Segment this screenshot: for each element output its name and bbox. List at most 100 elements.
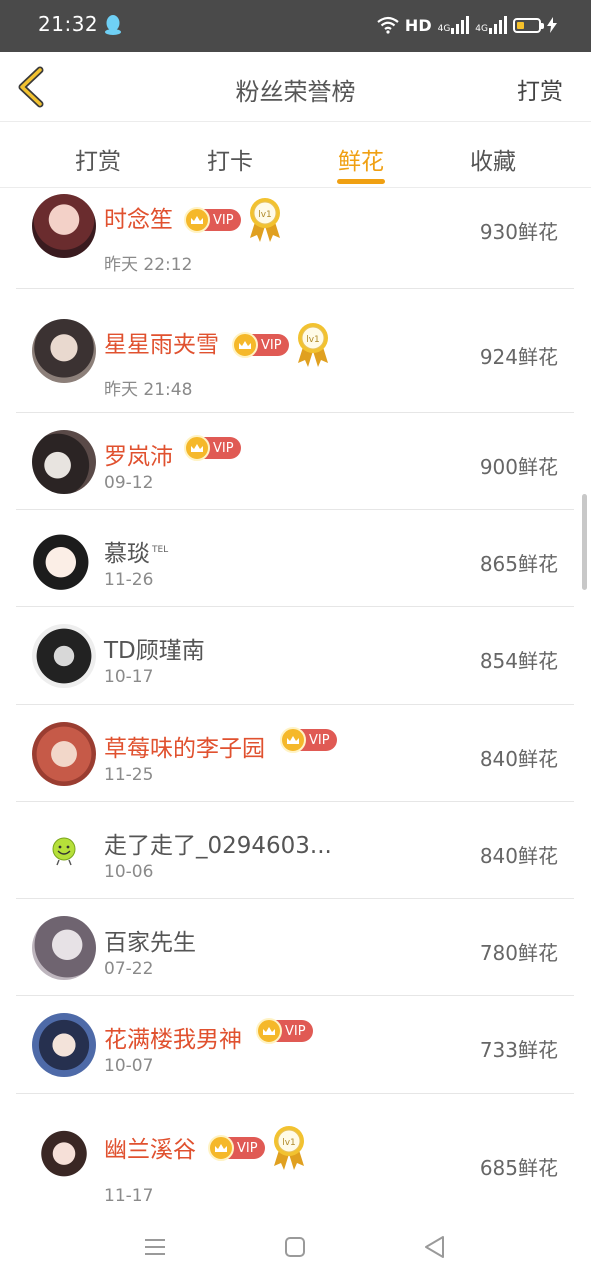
timestamp: 10-17 [104,667,154,687]
crown-icon [232,332,258,358]
tab-reward[interactable]: 打赏 [48,142,148,176]
timestamp: 10-06 [104,862,154,882]
user-name[interactable]: 百家先生 [104,923,196,957]
timestamp: 昨天 22:12 [104,255,193,275]
list-item[interactable]: 幽兰溪谷 VIP lv1 11-17 685鲜花 [16,1094,574,1214]
user-name[interactable]: 时念笙 [104,200,173,234]
crown-icon [208,1135,234,1161]
vip-label: VIP [285,1023,306,1039]
avatar[interactable] [32,624,96,688]
badges: VIP lv1 [208,1124,309,1172]
user-name[interactable]: 星星雨夹雪 [104,325,219,359]
avatar[interactable] [32,819,96,883]
user-name-text: 慕琰 [104,541,150,567]
vip-label: VIP [237,1140,258,1156]
avatar[interactable] [32,1013,96,1077]
badges: VIP lv1 [232,321,333,369]
avatar[interactable] [32,527,96,591]
qq-penguin-icon [105,15,121,35]
vip-label: VIP [309,732,330,748]
crown-icon [280,727,306,753]
timestamp: 11-17 [104,1186,154,1206]
avatar[interactable] [32,916,96,980]
user-name[interactable]: 草莓味的李子园 [104,729,265,763]
tab-favorites[interactable]: 收藏 [443,142,543,176]
status-time: 21:32 [38,12,99,36]
timestamp: 昨天 21:48 [104,380,193,400]
avatar[interactable] [32,194,96,258]
list-item[interactable]: 时念笙 VIP lv1 昨天 22:12 930鲜花 [16,188,574,289]
timestamp: 11-26 [104,570,154,590]
avatar[interactable] [32,319,96,383]
avatar[interactable] [32,1128,96,1192]
user-name[interactable]: TD顾瑾南 [104,631,205,665]
home-square-icon[interactable] [280,1232,310,1262]
vip-badge: VIP [208,1135,265,1161]
user-name[interactable]: 慕琰 TEL [104,534,168,568]
badges: VIP [184,435,241,461]
list-item[interactable]: 星星雨夹雪 VIP lv1 昨天 21:48 924鲜花 [16,289,574,413]
medal-level: lv1 [282,1138,296,1148]
signal-1-label: 4G [437,24,451,34]
vip-badge: VIP [184,207,241,233]
crown-icon [184,435,210,461]
list-item[interactable]: TD顾瑾南 10-17 854鲜花 [16,607,574,705]
medal-icon: lv1 [249,198,280,242]
vip-label: VIP [213,212,234,228]
avatar[interactable] [32,430,96,494]
signal-1: 4G [438,16,470,34]
status-bar: 21:32 HD 4G 4G [0,0,591,52]
user-name[interactable]: 幽兰溪谷 [104,1130,196,1164]
flower-count: 930鲜花 [479,220,558,244]
list-item[interactable]: 花满楼我男神 VIP 10-07 733鲜花 [16,996,574,1094]
flower-count: 900鲜花 [479,455,558,479]
vip-badge: VIP [280,727,337,753]
vip-label: VIP [261,337,282,353]
signal-bars-icon [489,16,507,34]
list-item[interactable]: 罗岚沛 VIP 09-12 900鲜花 [16,413,574,510]
list-item[interactable]: 百家先生 07-22 780鲜花 [16,899,574,996]
list-item[interactable]: 草莓味的李子园 VIP 11-25 840鲜花 [16,705,574,802]
vip-badge: VIP [184,435,241,461]
badges: VIP [280,727,337,753]
crown-icon [256,1018,282,1044]
list-item[interactable]: 走了走了_0294603... 10-06 840鲜花 [16,802,574,899]
nav-bar: 粉丝荣誉榜 打赏 [0,52,591,122]
page-title: 粉丝荣誉榜 [235,78,356,106]
flower-count: 685鲜花 [479,1156,558,1180]
medal-icon: lv1 [297,323,328,367]
hd-indicator: HD [404,15,432,35]
timestamp: 11-25 [104,765,154,785]
reward-button[interactable]: 打赏 [517,72,563,106]
wifi-icon [377,16,399,34]
user-name[interactable]: 花满楼我男神 [104,1020,242,1054]
battery-icon [513,17,544,33]
triangle-back-icon[interactable] [420,1232,450,1262]
medal-level: lv1 [258,210,272,220]
flower-count: 733鲜花 [479,1038,558,1062]
flower-count: 780鲜花 [479,941,558,965]
signal-2-label: 4G [475,24,488,34]
smiley-icon [52,837,76,866]
user-name[interactable]: 罗岚沛 [104,437,173,471]
flower-count: 854鲜花 [479,649,558,673]
vip-badge: VIP [256,1018,313,1044]
flower-count: 865鲜花 [479,552,558,576]
list-item[interactable]: 慕琰 TEL 11-26 865鲜花 [16,510,574,607]
tab-flowers[interactable]: 鲜花 [311,142,411,176]
avatar[interactable] [32,722,96,786]
medal-icon: lv1 [273,1126,304,1170]
timestamp: 09-12 [104,473,154,493]
vip-badge: VIP [232,332,289,358]
user-name[interactable]: 走了走了_0294603... [104,826,332,860]
signal-2: 4G [475,16,507,34]
flower-count: 840鲜花 [479,747,558,771]
tab-checkin[interactable]: 打卡 [180,142,280,176]
status-icons: HD 4G 4G [377,12,557,38]
name-suffix: TEL [152,545,169,556]
active-tab-indicator [337,179,385,184]
menu-icon[interactable] [140,1232,170,1262]
badges: VIP lv1 [184,196,285,244]
scrollbar[interactable] [582,494,587,590]
ranking-list: 时念笙 VIP lv1 昨天 22:12 930鲜花 星星雨夹雪 VIP lv1… [16,188,574,1214]
